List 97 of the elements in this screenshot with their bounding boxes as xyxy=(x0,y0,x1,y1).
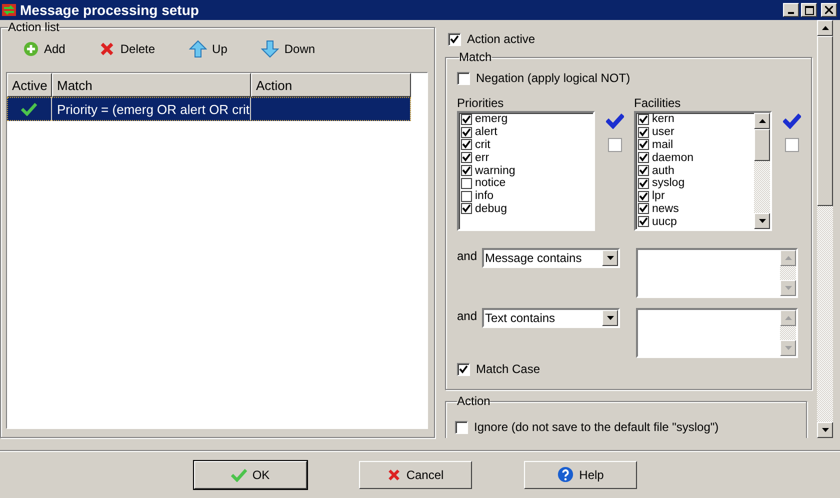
list-item[interactable]: alert xyxy=(475,126,498,138)
checkbox[interactable] xyxy=(448,32,461,46)
column-header[interactable]: Match xyxy=(52,73,251,97)
list-item[interactable]: syslog xyxy=(652,177,685,190)
list-label: Priorities xyxy=(457,96,505,111)
list-item[interactable]: err xyxy=(475,152,490,164)
column-header[interactable]: Active xyxy=(7,73,52,97)
caret-up-icon xyxy=(784,256,792,260)
checkbox[interactable] xyxy=(461,203,472,214)
maximize-button[interactable] xyxy=(801,3,817,17)
condition-dropdown[interactable]: Message contains xyxy=(482,248,620,268)
scrollbar[interactable] xyxy=(780,310,796,356)
group-label: Action list xyxy=(8,20,60,34)
caret-down-icon xyxy=(758,219,766,223)
condition-label: and xyxy=(457,248,478,265)
checkbox[interactable] xyxy=(638,139,649,150)
caret-up-icon xyxy=(822,26,828,30)
toolbar-button[interactable]: Down xyxy=(261,40,316,58)
toolbar-button[interactable]: Delete xyxy=(99,41,156,57)
list-item[interactable]: mail xyxy=(652,138,674,151)
text-area[interactable] xyxy=(636,308,798,358)
toolbar-button[interactable]: Add xyxy=(23,41,66,57)
checkbox[interactable] xyxy=(455,420,468,434)
table-cell: Priority = (emerg OR alert OR crit xyxy=(52,97,251,121)
maximize-icon xyxy=(804,6,814,14)
checkbox[interactable] xyxy=(638,178,649,189)
checkbox-label[interactable]: Match Case xyxy=(476,362,540,376)
dialog-button[interactable]: OK xyxy=(194,460,307,488)
dialog-button[interactable]: Help xyxy=(524,460,637,488)
list-item[interactable]: emerg xyxy=(475,113,508,126)
list-item[interactable]: user xyxy=(652,126,674,138)
checkbox[interactable] xyxy=(638,126,649,138)
table-row[interactable]: Priority = (emerg OR alert OR crit xyxy=(7,97,411,121)
checkbox[interactable] xyxy=(457,362,470,376)
minimize-button[interactable] xyxy=(783,3,799,17)
checkbox[interactable] xyxy=(638,152,649,164)
checkbox[interactable] xyxy=(461,126,472,138)
close-icon xyxy=(825,6,833,14)
caret-down-icon xyxy=(822,428,828,432)
column-header[interactable]: Action xyxy=(251,73,411,97)
list-item[interactable]: notice xyxy=(475,177,506,190)
toolbar-button[interactable]: Up xyxy=(189,40,228,58)
checkbox[interactable] xyxy=(461,178,472,189)
condition-label: and xyxy=(457,308,478,325)
scrollbar[interactable] xyxy=(817,20,833,438)
check-all-icon[interactable] xyxy=(782,113,800,129)
scrollbar[interactable] xyxy=(754,113,770,229)
group-label: Match xyxy=(459,50,492,64)
close-icon xyxy=(387,468,402,482)
list-label: Facilities xyxy=(634,96,682,111)
list-item[interactable]: auth xyxy=(652,164,674,177)
scrollbar[interactable] xyxy=(780,250,796,296)
uncheck-all-icon[interactable] xyxy=(784,138,798,152)
app-icon xyxy=(1,2,17,18)
checkbox[interactable] xyxy=(638,203,649,214)
list-item[interactable]: crit xyxy=(475,138,490,151)
list-item[interactable]: warning xyxy=(475,164,516,177)
checkbox[interactable] xyxy=(461,139,472,150)
dialog-button[interactable]: Cancel xyxy=(359,460,472,488)
checkbox[interactable] xyxy=(461,114,472,125)
checkbox[interactable] xyxy=(638,114,649,125)
checkbox-label[interactable]: Negation (apply logical NOT) xyxy=(476,71,630,85)
check-all-icon[interactable] xyxy=(606,113,624,129)
condition-dropdown[interactable]: Text contains xyxy=(482,308,620,328)
checkbox-label[interactable]: Action active xyxy=(467,32,536,46)
list-item[interactable]: kern xyxy=(652,113,674,126)
list-item[interactable]: info xyxy=(475,190,494,202)
window-title: Message processing setup xyxy=(20,2,200,18)
list-item[interactable]: debug xyxy=(475,202,507,215)
list-item[interactable]: lpr xyxy=(652,190,665,202)
checkbox-label[interactable]: Ignore (do not save to the default file "syslog") xyxy=(474,420,719,434)
checkbox[interactable] xyxy=(638,216,649,228)
caret-up-icon xyxy=(758,119,766,123)
down-arrow-icon xyxy=(261,40,280,58)
up-arrow-icon xyxy=(189,40,208,58)
checkbox[interactable] xyxy=(461,165,472,176)
uncheck-all-icon[interactable] xyxy=(608,138,622,152)
caret-up-icon xyxy=(784,316,792,320)
caret-down-icon xyxy=(784,346,792,350)
caret-down-icon xyxy=(606,316,614,320)
caret-down-icon xyxy=(606,256,614,260)
checkbox[interactable] xyxy=(638,190,649,202)
checkbox[interactable] xyxy=(461,152,472,164)
list-item[interactable]: uucp xyxy=(652,216,677,228)
list-item[interactable]: news xyxy=(652,202,679,215)
help-icon xyxy=(557,466,574,483)
close-icon xyxy=(99,41,116,57)
group-label: Action xyxy=(457,394,490,408)
checkbox[interactable] xyxy=(638,165,649,176)
plus-icon xyxy=(23,41,39,57)
check-icon xyxy=(231,468,248,482)
checkbox[interactable] xyxy=(461,190,472,202)
checkbox[interactable] xyxy=(457,72,470,84)
close-button[interactable] xyxy=(821,3,837,17)
text-area[interactable] xyxy=(636,248,798,298)
caret-down-icon xyxy=(784,286,792,290)
list-item[interactable]: daemon xyxy=(652,152,694,164)
